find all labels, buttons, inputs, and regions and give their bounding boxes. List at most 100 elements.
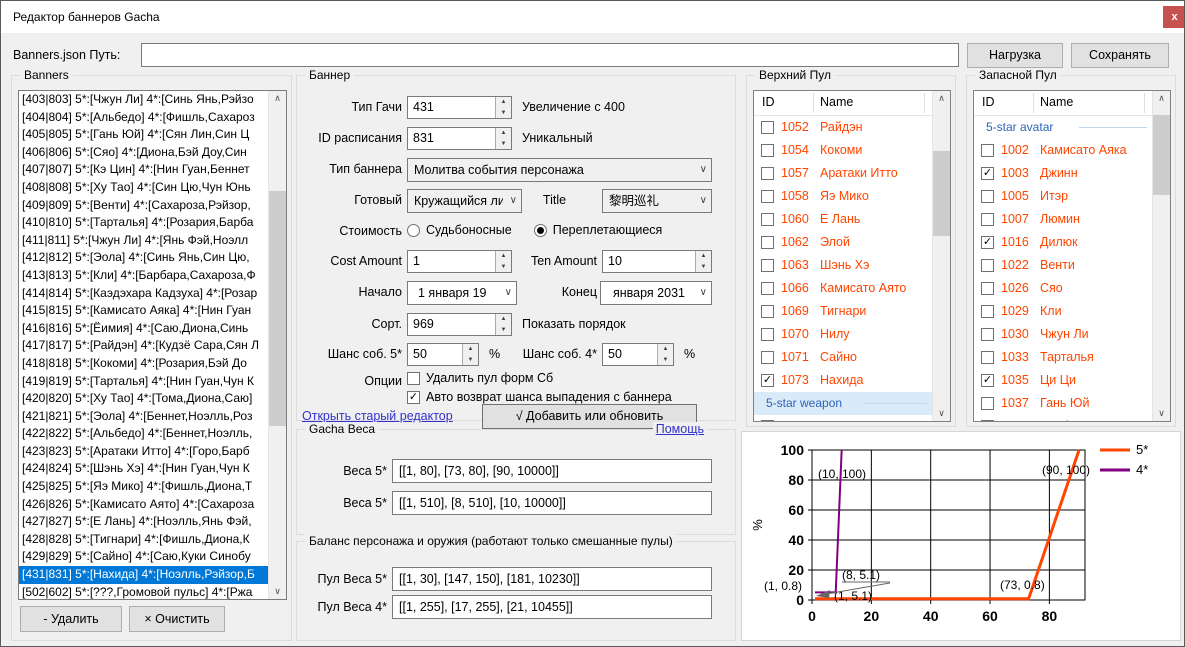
schedule-spinner[interactable]: 831 ▲▼ <box>407 127 512 150</box>
banner-list-item[interactable]: [414|814] 5*:[Каэдэхара Кадзуха] 4*:[Роз… <box>19 285 269 303</box>
scroll-up-icon[interactable]: ∧ <box>933 91 950 106</box>
row-checkbox[interactable] <box>761 213 774 226</box>
p4-input[interactable]: [[1, 255], [17, 255], [21, 10455]] <box>392 595 712 619</box>
pool-row[interactable]: 1058Яэ Мико <box>754 185 933 208</box>
pool-row[interactable]: ✓1016Дилюк <box>974 231 1153 254</box>
row-checkbox[interactable] <box>761 259 774 272</box>
ten-amount-spinner[interactable]: 10 ▲▼ <box>602 250 712 273</box>
row-checkbox[interactable] <box>981 190 994 203</box>
end-date-picker[interactable]: января 2031∨ <box>600 281 712 305</box>
sort-spinner[interactable]: 969 ▲▼ <box>407 313 512 336</box>
banner-list-item[interactable]: [410|810] 5*:[Тарталья] 4*:[Розария,Барб… <box>19 214 269 232</box>
chance5-spinner[interactable]: 50 ▲▼ <box>407 343 479 366</box>
banner-list-item[interactable]: [431|831] 5*:[Нахида] 4*:[Ноэлль,Рэйзор,… <box>19 566 269 584</box>
banner-list-item[interactable]: [422|822] 5*:[Альбедо] 4*:[Беннет,Ноэлль… <box>19 425 269 443</box>
row-checkbox[interactable] <box>981 213 994 226</box>
row-checkbox[interactable]: ✓ <box>761 374 774 387</box>
row-checkbox[interactable] <box>981 282 994 295</box>
pool-row[interactable]: 1054Кокоми <box>754 139 933 162</box>
row-checkbox[interactable] <box>981 420 994 421</box>
banners-scrollbar[interactable]: ∧ ∨ <box>268 91 286 599</box>
row-checkbox[interactable] <box>981 351 994 364</box>
banner-list-item[interactable]: [408|808] 5*:[Ху Тао] 4*:[Син Цю,Чун Юнь <box>19 179 269 197</box>
reserve-pool-list[interactable]: ID Name 5-star avatar1002Камисато Аяка✓1… <box>973 90 1171 422</box>
row-checkbox[interactable]: ✓ <box>981 236 994 249</box>
help-link[interactable]: Помощь <box>653 422 707 436</box>
delete-banner-button[interactable]: - Удалить <box>20 606 122 632</box>
scrollbar-thumb[interactable] <box>933 151 950 236</box>
spinner-arrows-icon[interactable]: ▲▼ <box>657 344 673 365</box>
pool-row[interactable]: 11501Меч Сокола <box>754 415 933 421</box>
banners-listbox[interactable]: [403|803] 5*:[Чжун Ли] 4*:[Синь Янь,Рэйз… <box>18 90 287 600</box>
row-checkbox[interactable] <box>981 397 994 410</box>
row-checkbox[interactable] <box>981 305 994 318</box>
scroll-down-icon[interactable]: ∨ <box>269 584 286 599</box>
scroll-down-icon[interactable]: ∨ <box>933 406 950 421</box>
row-checkbox[interactable] <box>761 121 774 134</box>
banner-list-item[interactable]: [403|803] 5*:[Чжун Ли] 4*:[Синь Янь,Рэйз… <box>19 91 269 109</box>
gacha-type-spinner[interactable]: 431 ▲▼ <box>407 96 512 119</box>
banner-list-item[interactable]: [424|824] 5*:[Шэнь Хэ] 4*:[Нин Гуан,Чун … <box>19 460 269 478</box>
banner-list-item[interactable]: [427|827] 5*:[Е Лань] 4*:[Ноэлль,Янь Фэй… <box>19 513 269 531</box>
pool-row[interactable]: 1070Нилу <box>754 323 933 346</box>
scrollbar-thumb[interactable] <box>269 191 286 426</box>
row-checkbox[interactable] <box>761 144 774 157</box>
reserve-pool-scrollbar[interactable]: ∧ ∨ <box>1152 91 1170 421</box>
row-checkbox[interactable] <box>761 420 774 421</box>
row-checkbox[interactable] <box>981 328 994 341</box>
upper-pool-scrollbar[interactable]: ∧ ∨ <box>932 91 950 421</box>
banner-list-item[interactable]: [428|828] 5*:[Тигнари] 4*:[Фишль,Диона,К <box>19 531 269 549</box>
chance4-spinner[interactable]: 50 ▲▼ <box>602 343 674 366</box>
banner-list-item[interactable]: [416|816] 5*:[Ёимия] 4*:[Саю,Диона,Синь <box>19 320 269 338</box>
radio-icon[interactable] <box>407 224 420 237</box>
w5b-input[interactable]: [[1, 510], [8, 510], [10, 10000]] <box>392 491 712 515</box>
pool-row[interactable]: 1052Райдэн <box>754 116 933 139</box>
row-checkbox[interactable]: ✓ <box>981 374 994 387</box>
p5-input[interactable]: [[1, 30], [147, 150], [181, 10230]] <box>392 567 712 591</box>
spinner-arrows-icon[interactable]: ▲▼ <box>495 128 511 149</box>
row-checkbox[interactable] <box>761 190 774 203</box>
banner-list-item[interactable]: [404|804] 5*:[Альбедо] 4*:[Фишль,Сахароз <box>19 109 269 127</box>
cost-radio-option[interactable]: Судьбоносные <box>407 223 512 237</box>
banner-list-item[interactable]: [415|815] 5*:[Камисато Аяка] 4*:[Нин Гуа… <box>19 302 269 320</box>
banner-type-combo[interactable]: Молитва события персонажа∨ <box>407 158 712 182</box>
pool-row[interactable]: 1026Сяо <box>974 277 1153 300</box>
banner-list-item[interactable]: [409|809] 5*:[Венти] 4*:[Сахароза,Рэйзор… <box>19 197 269 215</box>
pool-row[interactable]: 1071Сайно <box>754 346 933 369</box>
pool-row[interactable]: 1062Элой <box>754 231 933 254</box>
w5-input[interactable]: [[1, 80], [73, 80], [90, 10000]] <box>392 459 712 483</box>
pool-row[interactable]: 1038Альбедо <box>974 415 1153 421</box>
row-checkbox[interactable] <box>761 167 774 180</box>
option-checkbox[interactable]: ✓ <box>407 391 420 404</box>
banner-list-item[interactable]: [413|813] 5*:[Кли] 4*:[Барбара,Сахароза,… <box>19 267 269 285</box>
pool-row[interactable]: ✓1035Ци Ци <box>974 369 1153 392</box>
banner-list-item[interactable]: [429|829] 5*:[Сайно] 4*:[Саю,Куки Синобу <box>19 548 269 566</box>
pool-row[interactable]: 1069Тигнари <box>754 300 933 323</box>
spinner-arrows-icon[interactable]: ▲▼ <box>462 344 478 365</box>
banner-list-item[interactable]: [405|805] 5*:[Гань Юй] 4*:[Сян Лин,Син Ц <box>19 126 269 144</box>
pool-row[interactable]: 1037Гань Юй <box>974 392 1153 415</box>
pool-row[interactable]: ✓1073Нахида <box>754 369 933 392</box>
banner-list-item[interactable]: [418|818] 5*:[Кокоми] 4*:[Розария,Бэй До <box>19 355 269 373</box>
banner-list-item[interactable]: [421|821] 5*:[Эола] 4*:[Беннет,Ноэлль,Ро… <box>19 408 269 426</box>
row-checkbox[interactable] <box>981 259 994 272</box>
pool-row[interactable]: 1060Е Лань <box>754 208 933 231</box>
pool-row[interactable]: 1029Кли <box>974 300 1153 323</box>
row-checkbox[interactable] <box>761 328 774 341</box>
banner-list-item[interactable]: [407|807] 5*:[Кэ Цин] 4*:[Нин Гуан,Бенне… <box>19 161 269 179</box>
open-old-editor-link[interactable]: Открыть старый редактор <box>302 409 453 423</box>
spinner-arrows-icon[interactable]: ▲▼ <box>495 314 511 335</box>
pool-row[interactable]: 1007Люмин <box>974 208 1153 231</box>
scroll-up-icon[interactable]: ∧ <box>269 91 286 106</box>
upper-pool-list[interactable]: ID Name 1052Райдэн1054Кокоми1057Аратаки … <box>753 90 951 422</box>
pool-row[interactable]: 1002Камисато Аяка <box>974 139 1153 162</box>
pool-row[interactable]: 1063Шэнь Хэ <box>754 254 933 277</box>
prefab-combo[interactable]: Кружащийся ли∨ <box>407 189 522 213</box>
close-button[interactable]: x <box>1163 6 1185 28</box>
pool-row[interactable]: 1066Камисато Аято <box>754 277 933 300</box>
row-checkbox[interactable] <box>761 236 774 249</box>
cost-radio-option[interactable]: Переплетающиеся <box>534 223 663 237</box>
banner-list-item[interactable]: [419|819] 5*:[Тарталья] 4*:[Нин Гуан,Чун… <box>19 373 269 391</box>
banner-list-item[interactable]: [406|806] 5*:[Сяо] 4*:[Диона,Бэй Доу,Син <box>19 144 269 162</box>
pool-row[interactable]: 1005Итэр <box>974 185 1153 208</box>
